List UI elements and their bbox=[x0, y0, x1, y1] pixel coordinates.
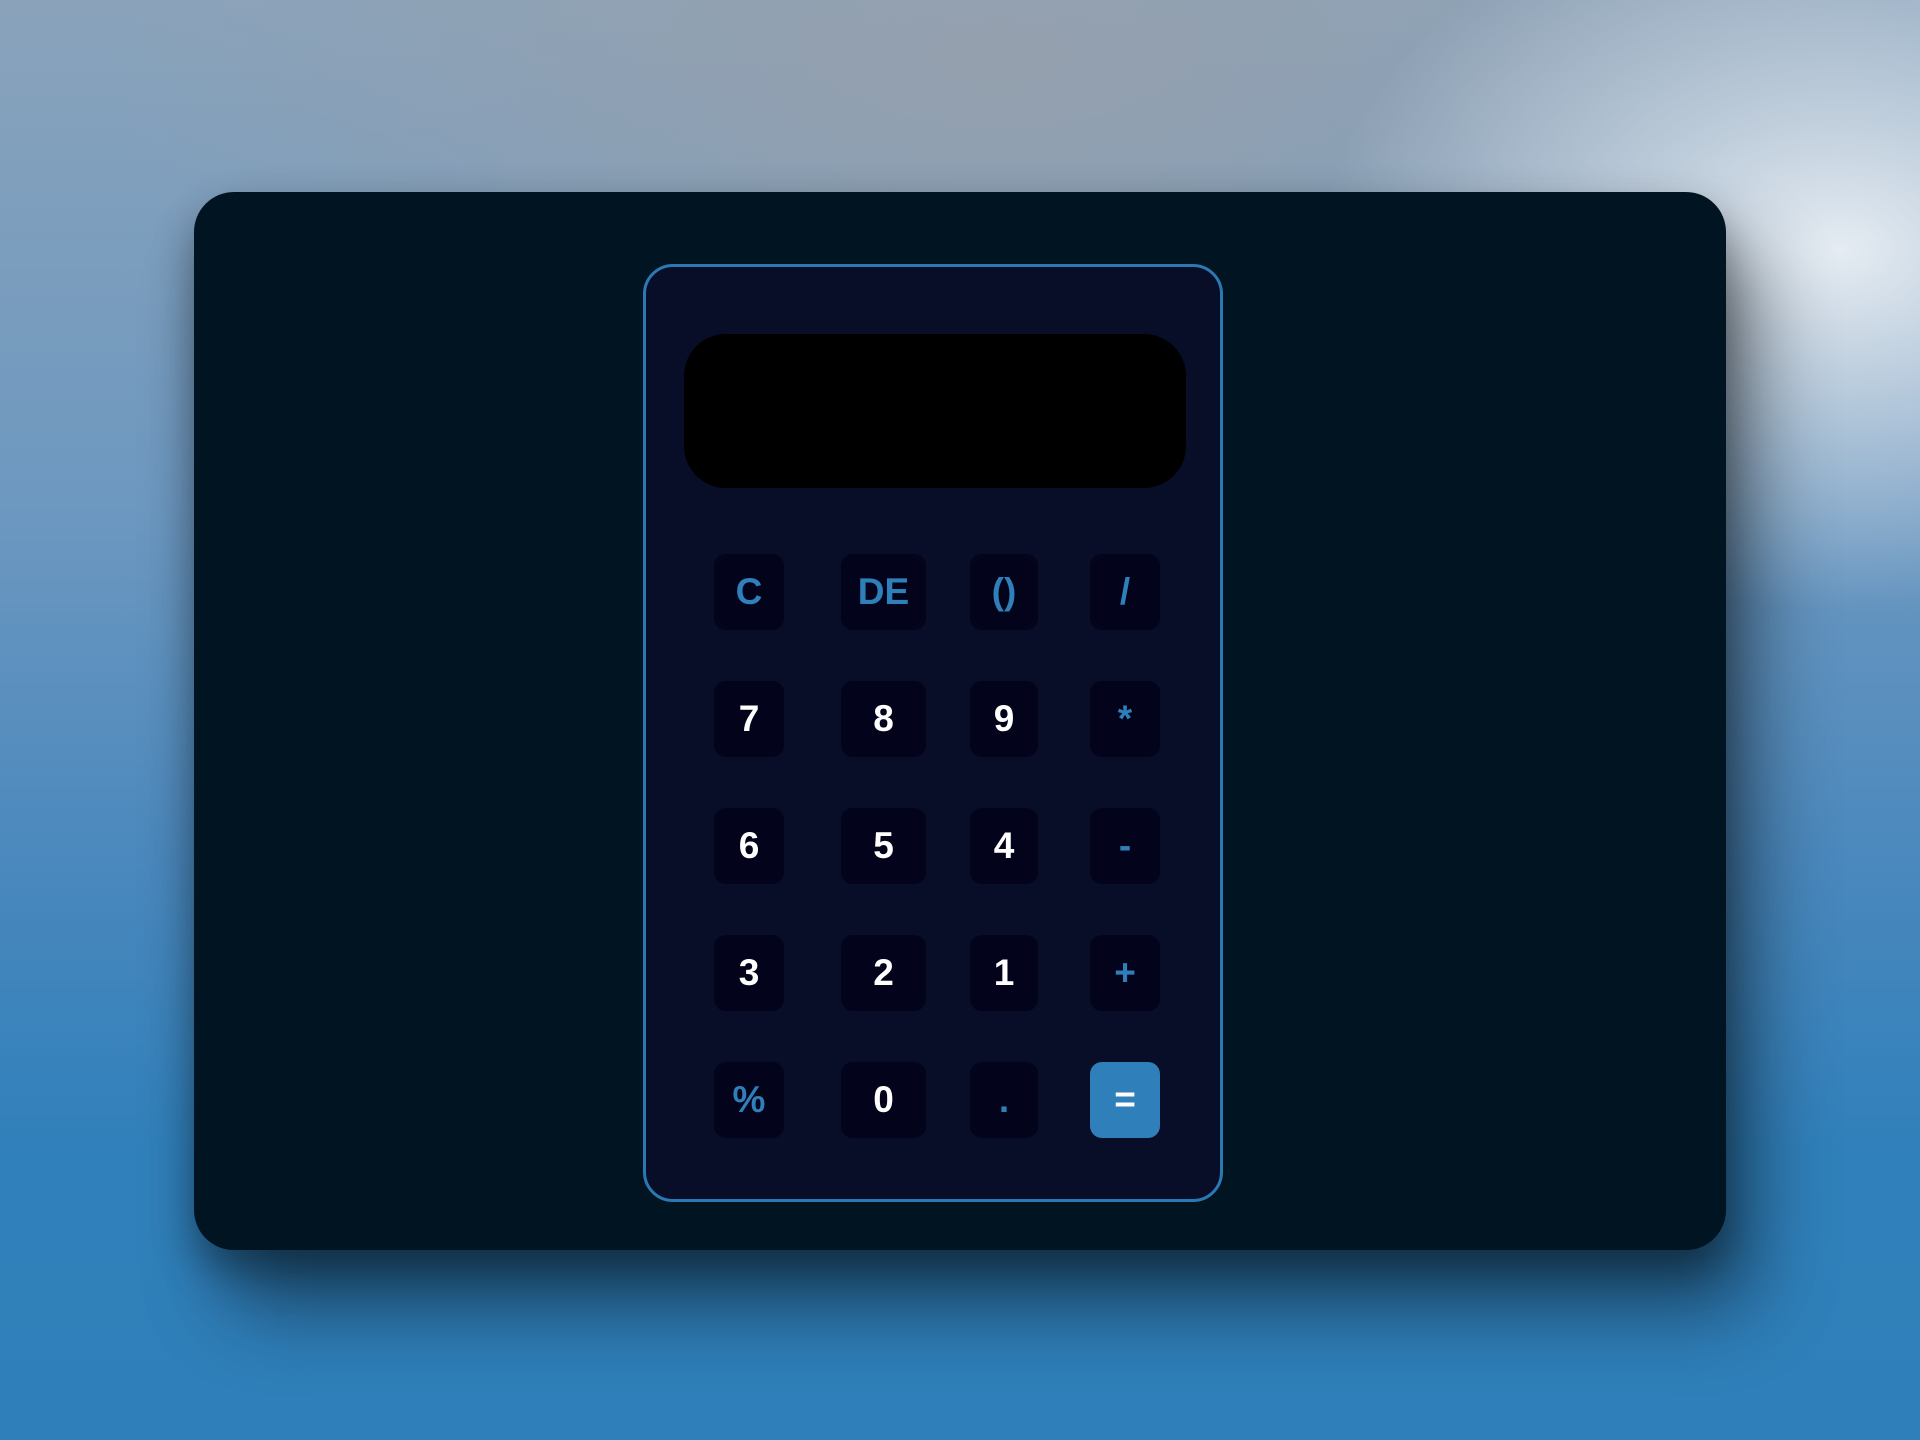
digit-3-button[interactable]: 3 bbox=[714, 935, 784, 1011]
equals-button[interactable]: = bbox=[1090, 1062, 1160, 1138]
digit-0-button[interactable]: 0 bbox=[841, 1062, 926, 1138]
digit-8-button[interactable]: 8 bbox=[841, 681, 926, 757]
multiply-button[interactable]: * bbox=[1090, 681, 1160, 757]
keypad: C DE () / 7 8 9 * 6 5 4 - 3 2 1 + % 0 . … bbox=[646, 267, 1220, 1199]
digit-7-button[interactable]: 7 bbox=[714, 681, 784, 757]
digit-1-button[interactable]: 1 bbox=[970, 935, 1038, 1011]
percent-button[interactable]: % bbox=[714, 1062, 784, 1138]
digit-4-button[interactable]: 4 bbox=[970, 808, 1038, 884]
clear-button[interactable]: C bbox=[714, 554, 784, 630]
digit-5-button[interactable]: 5 bbox=[841, 808, 926, 884]
delete-button[interactable]: DE bbox=[841, 554, 926, 630]
subtract-button[interactable]: - bbox=[1090, 808, 1160, 884]
add-button[interactable]: + bbox=[1090, 935, 1160, 1011]
digit-9-button[interactable]: 9 bbox=[970, 681, 1038, 757]
digit-2-button[interactable]: 2 bbox=[841, 935, 926, 1011]
app-window: C DE () / 7 8 9 * 6 5 4 - 3 2 1 + % 0 . … bbox=[194, 192, 1726, 1250]
divide-button[interactable]: / bbox=[1090, 554, 1160, 630]
calculator: C DE () / 7 8 9 * 6 5 4 - 3 2 1 + % 0 . … bbox=[643, 264, 1223, 1202]
decimal-button[interactable]: . bbox=[970, 1062, 1038, 1138]
parentheses-button[interactable]: () bbox=[970, 554, 1038, 630]
digit-6-button[interactable]: 6 bbox=[714, 808, 784, 884]
